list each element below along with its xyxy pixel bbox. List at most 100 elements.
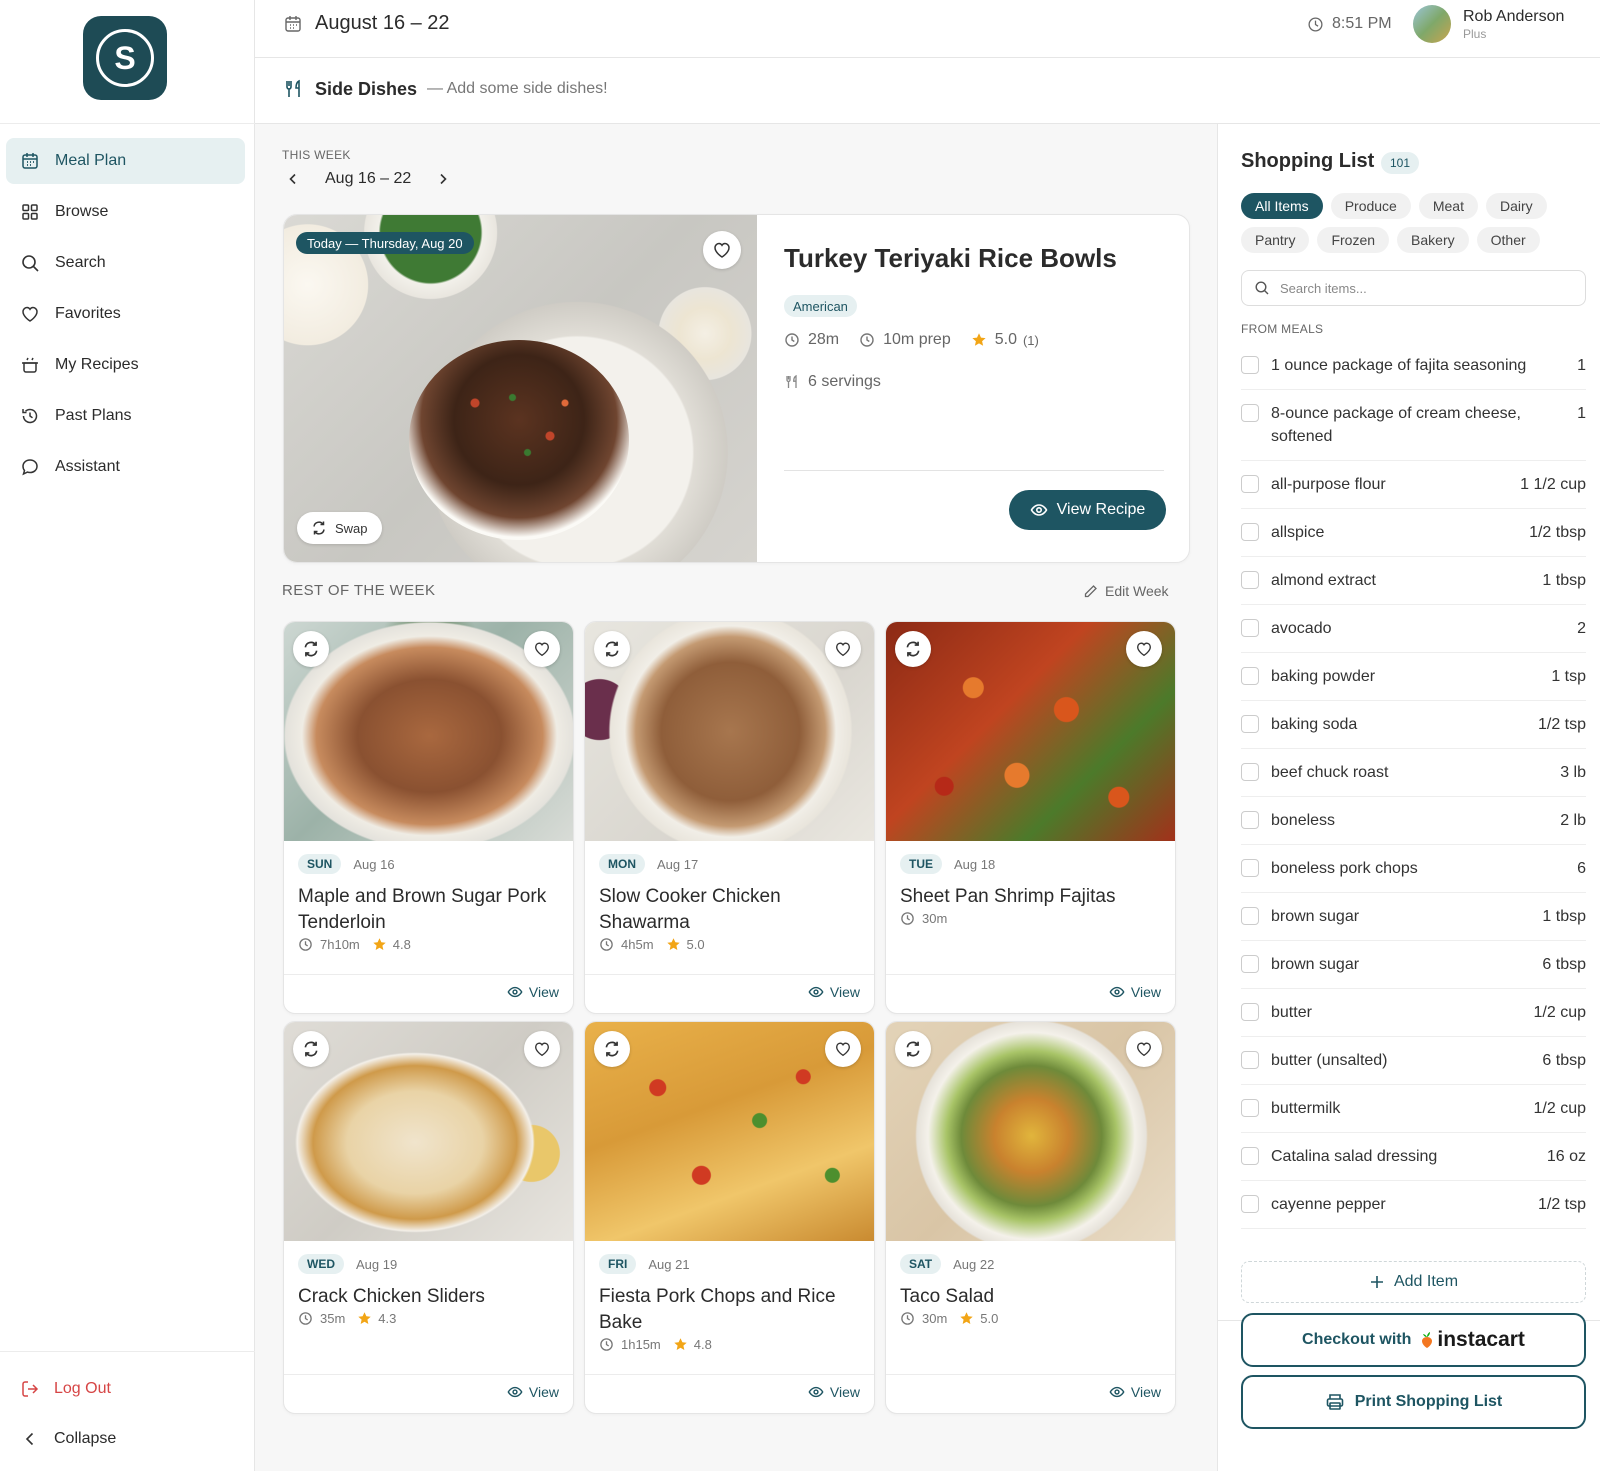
shopping-item[interactable]: baking powder 1 tsp	[1241, 653, 1586, 701]
item-checkbox[interactable]	[1241, 1003, 1259, 1021]
avatar[interactable]	[1413, 5, 1451, 43]
hero-recipe-image[interactable]: Today — Thursday, Aug 20 Swap	[284, 215, 757, 562]
add-item-button[interactable]: Add Item	[1241, 1261, 1586, 1303]
filter-dairy[interactable]: Dairy	[1485, 193, 1547, 219]
collapse-button[interactable]: Collapse	[20, 1427, 116, 1451]
swap-meal-button[interactable]	[594, 1031, 630, 1067]
nav-item-my-recipes[interactable]: My Recipes	[6, 342, 245, 388]
shopping-item[interactable]: beef chuck roast 3 lb	[1241, 749, 1586, 797]
next-week-icon[interactable]	[435, 171, 451, 187]
shopping-item[interactable]: almond extract 1 tbsp	[1241, 557, 1586, 605]
swap-meal-button[interactable]	[293, 1031, 329, 1067]
item-checkbox[interactable]	[1241, 523, 1259, 541]
recipe-card[interactable]: WED Aug 19 Crack Chicken Sliders 35m 4.3 View	[283, 1021, 574, 1414]
favorite-button[interactable]	[1126, 631, 1162, 667]
item-checkbox[interactable]	[1241, 763, 1259, 781]
shopping-item[interactable]: Catalina salad dressing 16 oz	[1241, 1133, 1586, 1181]
shopping-item[interactable]: butter 1/2 cup	[1241, 989, 1586, 1037]
shopping-item[interactable]: avocado 2	[1241, 605, 1586, 653]
print-shopping-list-button[interactable]: Print Shopping List	[1241, 1375, 1586, 1429]
view-button[interactable]: View	[507, 1384, 559, 1400]
checkout-instacart-button[interactable]: Checkout with instacart	[1241, 1313, 1586, 1367]
shopping-item[interactable]: cayenne pepper 1/2 tsp	[1241, 1181, 1586, 1229]
recipe-image[interactable]	[284, 1022, 573, 1241]
shopping-item[interactable]: 1 ounce package of fajita seasoning 1	[1241, 342, 1586, 390]
app-logo[interactable]: S	[83, 16, 167, 100]
item-checkbox[interactable]	[1241, 1147, 1259, 1165]
swap-button[interactable]: Swap	[297, 512, 382, 544]
hero-recipe-title[interactable]: Turkey Teriyaki Rice Bowls	[784, 243, 1117, 274]
item-checkbox[interactable]	[1241, 667, 1259, 685]
filter-meat[interactable]: Meat	[1418, 193, 1478, 219]
item-checkbox[interactable]	[1241, 955, 1259, 973]
filter-bakery[interactable]: Bakery	[1397, 227, 1469, 253]
recipe-card[interactable]: TUE Aug 18 Sheet Pan Shrimp Fajitas 30m View	[885, 621, 1176, 1014]
filter-frozen[interactable]: Frozen	[1317, 227, 1390, 253]
filter-all-items[interactable]: All Items	[1241, 193, 1323, 219]
recipe-title[interactable]: Taco Salad	[900, 1284, 1165, 1310]
recipe-image[interactable]	[886, 1022, 1175, 1241]
recipe-card[interactable]: MON Aug 17 Slow Cooker Chicken Shawarma 4h5…	[584, 621, 875, 1014]
favorite-button[interactable]	[524, 631, 560, 667]
item-checkbox[interactable]	[1241, 1051, 1259, 1069]
shopping-item[interactable]: boneless 2 lb	[1241, 797, 1586, 845]
item-checkbox[interactable]	[1241, 475, 1259, 493]
recipe-title[interactable]: Sheet Pan Shrimp Fajitas	[900, 884, 1165, 910]
item-checkbox[interactable]	[1241, 1195, 1259, 1213]
shopping-item[interactable]: brown sugar 6 tbsp	[1241, 941, 1586, 989]
recipe-title[interactable]: Crack Chicken Sliders	[298, 1284, 563, 1310]
recipe-card[interactable]: SAT Aug 22 Taco Salad 30m 5.0 View	[885, 1021, 1176, 1414]
logout-button[interactable]: Log Out	[20, 1377, 111, 1401]
shopping-item[interactable]: brown sugar 1 tbsp	[1241, 893, 1586, 941]
recipe-image[interactable]	[886, 622, 1175, 841]
shopping-item[interactable]: allspice 1/2 tbsp	[1241, 509, 1586, 557]
nav-item-assistant[interactable]: Assistant	[6, 444, 245, 490]
shopping-items-list[interactable]: 1 ounce package of fajita seasoning 1 8-ou…	[1241, 342, 1586, 1239]
view-button[interactable]: View	[1109, 1384, 1161, 1400]
swap-meal-button[interactable]	[895, 1031, 931, 1067]
view-recipe-button[interactable]: View Recipe	[1009, 490, 1166, 530]
favorite-button[interactable]	[825, 631, 861, 667]
edit-week-button[interactable]: Edit Week	[1083, 583, 1169, 599]
user-name[interactable]: Rob Anderson	[1463, 8, 1564, 26]
recipe-image[interactable]	[284, 622, 573, 841]
item-checkbox[interactable]	[1241, 356, 1259, 374]
shopping-item[interactable]: boneless pork chops 6	[1241, 845, 1586, 893]
view-button[interactable]: View	[507, 984, 559, 1000]
favorite-button[interactable]	[703, 231, 741, 269]
shopping-item[interactable]: 8-ounce package of cream cheese, softene…	[1241, 390, 1586, 461]
nav-item-favorites[interactable]: Favorites	[6, 291, 245, 337]
shopping-item[interactable]: chicken broth2 1/4 cup	[1241, 1229, 1586, 1239]
item-checkbox[interactable]	[1241, 859, 1259, 877]
filter-produce[interactable]: Produce	[1330, 193, 1411, 219]
nav-item-meal-plan[interactable]: Meal Plan	[6, 138, 245, 184]
shopping-item[interactable]: all-purpose flour 1 1/2 cup	[1241, 461, 1586, 509]
swap-meal-button[interactable]	[293, 631, 329, 667]
item-checkbox[interactable]	[1241, 1099, 1259, 1117]
item-checkbox[interactable]	[1241, 715, 1259, 733]
item-checkbox[interactable]	[1241, 571, 1259, 589]
recipe-title[interactable]: Fiesta Pork Chops and Rice Bake	[599, 1284, 864, 1336]
filter-pantry[interactable]: Pantry	[1241, 227, 1310, 253]
shopping-item[interactable]: butter (unsalted) 6 tbsp	[1241, 1037, 1586, 1085]
nav-item-past-plans[interactable]: Past Plans	[6, 393, 245, 439]
recipe-image[interactable]	[585, 1022, 874, 1241]
search-items-input[interactable]	[1280, 280, 1570, 296]
side-dishes-title[interactable]: Side Dishes	[315, 79, 417, 100]
filter-other[interactable]: Other	[1476, 227, 1540, 253]
favorite-button[interactable]	[1126, 1031, 1162, 1067]
view-button[interactable]: View	[1109, 984, 1161, 1000]
item-checkbox[interactable]	[1241, 811, 1259, 829]
recipe-card[interactable]: SUN Aug 16 Maple and Brown Sugar Pork Tend…	[283, 621, 574, 1014]
nav-item-search[interactable]: Search	[6, 240, 245, 286]
shopping-item[interactable]: buttermilk 1/2 cup	[1241, 1085, 1586, 1133]
view-button[interactable]: View	[808, 984, 860, 1000]
nav-item-browse[interactable]: Browse	[6, 189, 245, 235]
item-checkbox[interactable]	[1241, 619, 1259, 637]
recipe-title[interactable]: Slow Cooker Chicken Shawarma	[599, 884, 864, 936]
prev-week-icon[interactable]	[285, 171, 301, 187]
swap-meal-button[interactable]	[895, 631, 931, 667]
view-button[interactable]: View	[808, 1384, 860, 1400]
favorite-button[interactable]	[524, 1031, 560, 1067]
item-checkbox[interactable]	[1241, 907, 1259, 925]
